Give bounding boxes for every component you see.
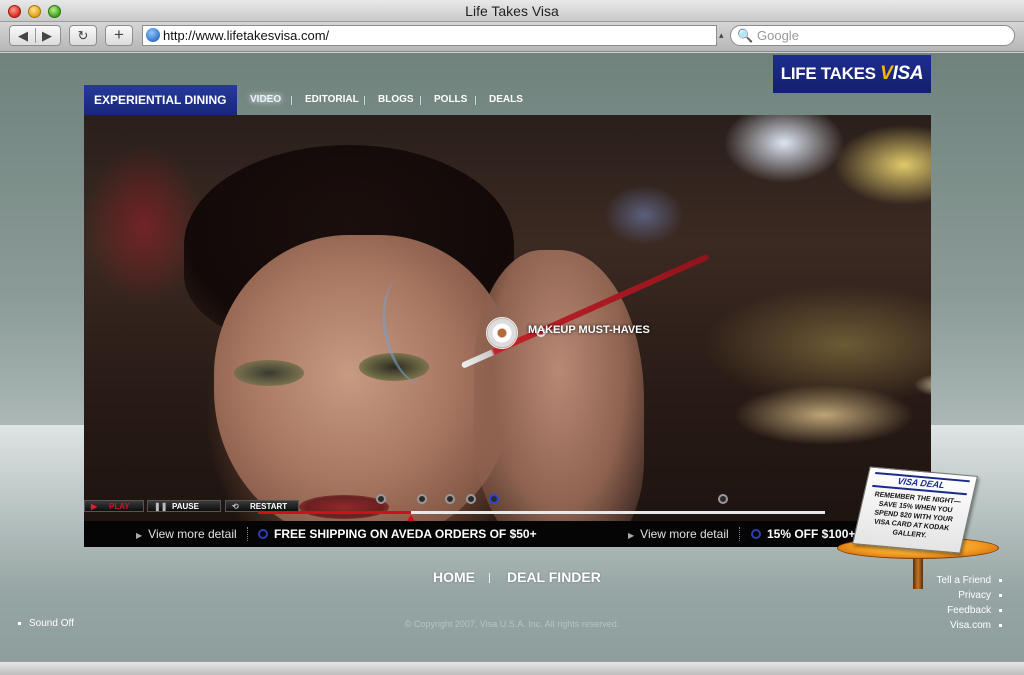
address-url: http://www.lifetakesvisa.com/ [163, 28, 330, 43]
search-icon: 🔍 [737, 28, 754, 43]
video-hotspot-button[interactable] [486, 317, 518, 349]
timeline-chapter-marker[interactable] [445, 494, 455, 504]
url-history-chevron-icon[interactable]: ▴ [719, 30, 724, 41]
address-bar[interactable]: http://www.lifetakesvisa.com/ [142, 25, 717, 46]
pause-label: PAUSE [172, 502, 199, 511]
nav-divider [364, 96, 365, 105]
timeline-progress [258, 511, 412, 514]
offer-ring-icon [751, 529, 761, 539]
nav-item-video[interactable]: VIDEO [250, 85, 281, 115]
nav-divider [475, 96, 476, 105]
restart-label: RESTART [250, 502, 288, 511]
search-placeholder: Google [757, 28, 799, 43]
window-title: Life Takes Visa [465, 3, 559, 19]
footer-side-links: Tell a Friend Privacy Feedback Visa.com [882, 573, 1002, 633]
pause-icon: ❚❚ [154, 502, 168, 511]
ticker-divider [247, 527, 248, 541]
footer-nav-divider [489, 573, 490, 583]
timeline-chapter-marker[interactable] [466, 494, 476, 504]
view-more-detail-link[interactable]: ▶ View more detail [628, 527, 729, 541]
nav-item-deals[interactable]: DEALS [489, 85, 523, 115]
visa-deal-text: REMEMBER THE NIGHT—SAVE 15% WHEN YOU SPE… [873, 491, 962, 540]
timeline-chapter-marker-active[interactable] [489, 494, 499, 504]
nav-divider [291, 96, 292, 105]
nav-divider [420, 96, 421, 105]
footer-nav: HOME DEAL FINDER [0, 569, 1024, 589]
pause-button[interactable]: ❚❚ PAUSE [147, 500, 221, 512]
section-title: EXPERIENTIAL DINING [84, 85, 237, 115]
privacy-link[interactable]: Privacy [882, 588, 1002, 603]
play-icon: ▶ [91, 502, 98, 511]
nav-item-blogs[interactable]: BLOGS [378, 85, 414, 115]
back-button[interactable]: ◀ [11, 26, 35, 45]
footer-home-link[interactable]: HOME [433, 569, 475, 585]
offer-text[interactable]: FREE SHIPPING ON AVEDA ORDERS OF $50+ [274, 527, 537, 541]
hotspot-label[interactable]: MAKEUP MUST-HAVES [528, 324, 650, 336]
play-label: PLAY [109, 502, 130, 511]
play-button[interactable]: ▶ PLAY [84, 500, 144, 512]
offer-ticker: ▶ View more detail FREE SHIPPING ON AVEDA… [84, 521, 931, 547]
bullet-icon [999, 608, 1002, 612]
ticker-divider [739, 527, 740, 541]
search-input[interactable]: 🔍 Google [730, 25, 1015, 46]
timeline-chapter-marker[interactable] [376, 494, 386, 504]
web-page: LIFE TAKES VISA EXPERIENTIAL DINING VIDE… [0, 53, 1024, 661]
video-frame-eye [234, 360, 304, 386]
nav-item-polls[interactable]: POLLS [434, 85, 467, 115]
back-forward-divider [35, 28, 36, 43]
logo-text: LIFE TAKES [780, 64, 881, 83]
copyright: © Copyright 2007, Visa U.S.A. Inc. All r… [404, 619, 620, 629]
offer-ring-icon [258, 529, 268, 539]
forward-button[interactable]: ▶ [35, 26, 59, 45]
timeline-chapter-marker[interactable] [417, 494, 427, 504]
restart-icon: ⟲ [232, 502, 239, 511]
section-nav: EXPERIENTIAL DINING VIDEO EDITORIAL BLOG… [84, 85, 931, 115]
tell-a-friend-link[interactable]: Tell a Friend [882, 573, 1002, 588]
timeline-chapter-marker[interactable] [718, 494, 728, 504]
arrow-right-icon: ▶ [136, 531, 143, 540]
feedback-link[interactable]: Feedback [882, 603, 1002, 618]
add-bookmark-button[interactable]: + [105, 25, 133, 46]
bullet-icon [999, 578, 1002, 582]
arrow-right-icon: ▶ [628, 531, 635, 540]
view-more-detail-link[interactable]: ▶ View more detail [136, 527, 237, 541]
back-forward-buttons: ◀ ▶ [9, 25, 61, 46]
bullet-icon [999, 593, 1002, 597]
video-player[interactable]: MAKEUP MUST-HAVES [84, 115, 931, 547]
bullet-icon [999, 623, 1002, 627]
nav-item-editorial[interactable]: EDITORIAL [305, 85, 359, 115]
visa-com-link[interactable]: Visa.com [882, 618, 1002, 633]
reload-button[interactable]: ↻ [69, 25, 97, 46]
footer-deal-finder-link[interactable]: DEAL FINDER [507, 569, 601, 585]
browser-toolbar: ◀ ▶ ↻ + http://www.lifetakesvisa.com/ ▴ 🔍… [0, 22, 1024, 52]
logo-visa-wordmark: VISA [880, 63, 924, 84]
visa-deal-card[interactable]: VISA DEAL REMEMBER THE NIGHT—SAVE 15% WH… [852, 466, 978, 554]
window-bottom-bar [0, 661, 1024, 675]
video-timeline[interactable] [258, 511, 825, 521]
window-titlebar: Life Takes Visa [0, 0, 1024, 22]
globe-icon [146, 28, 160, 42]
